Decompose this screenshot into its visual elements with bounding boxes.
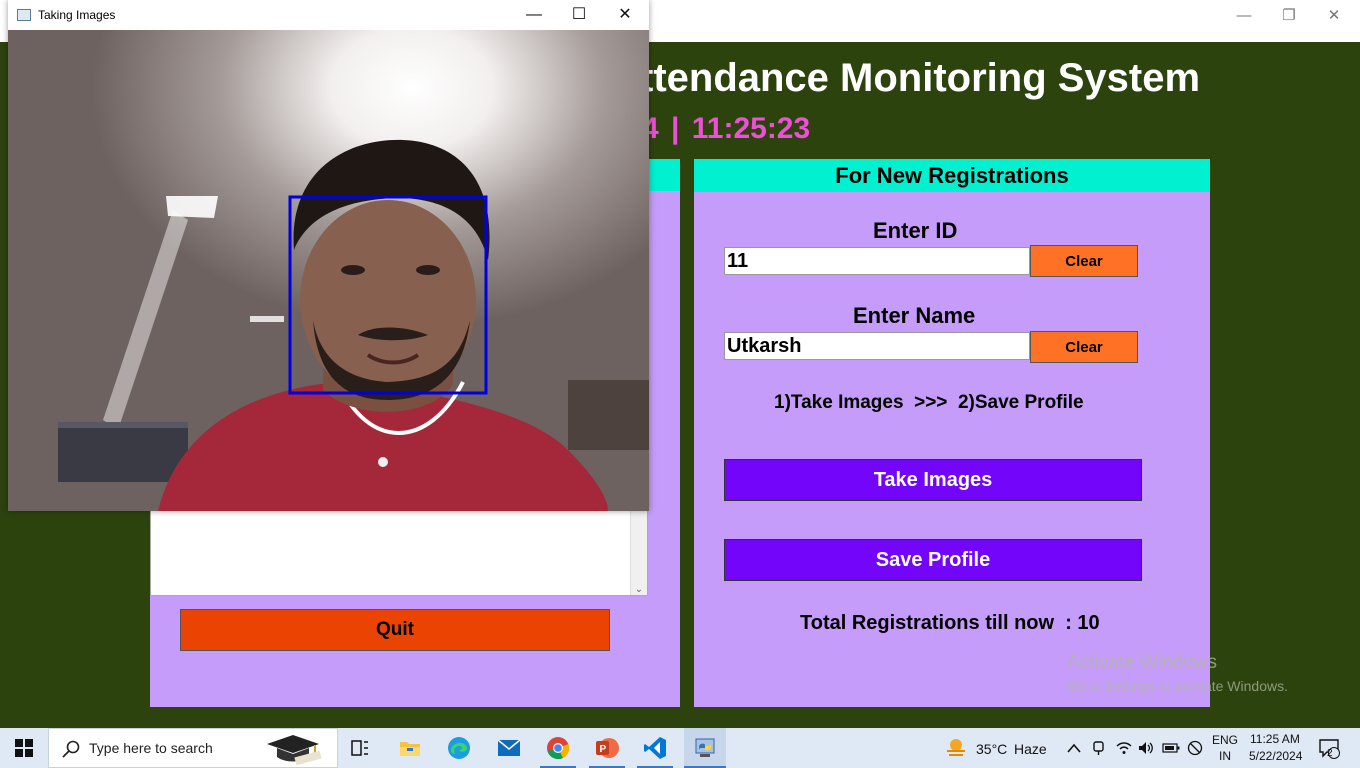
camera-minimize-button[interactable]: —	[514, 3, 554, 27]
attendance-list[interactable]: ⌄	[150, 505, 648, 596]
task-view-icon[interactable]	[344, 728, 376, 768]
app-title: ttendance Monitoring System	[640, 56, 1201, 100]
close-button[interactable]: ✕	[1319, 4, 1349, 28]
chevron-up-icon[interactable]	[1064, 728, 1084, 768]
camera-maximize-button[interactable]: ☐	[559, 3, 599, 27]
weather-icon[interactable]	[944, 728, 968, 768]
chrome-icon[interactable]	[540, 728, 576, 768]
vscode-icon[interactable]	[637, 728, 673, 768]
volume-icon[interactable]	[1136, 728, 1156, 768]
taskbar-time[interactable]: 11:25 AM	[1250, 732, 1300, 746]
date-time-display: 4 | 11:25:23	[642, 112, 811, 145]
minimize-button[interactable]: —	[1229, 4, 1259, 28]
total-registrations: Total Registrations till now : 10	[800, 612, 1100, 634]
battery-icon[interactable]	[1160, 728, 1182, 768]
camera-feed	[8, 30, 649, 511]
activate-windows-watermark: Activate Windows Go to Settings to activ…	[1067, 652, 1288, 694]
id-input[interactable]	[724, 247, 1030, 275]
camera-close-button[interactable]: ✕	[605, 3, 645, 27]
language-indicator[interactable]: ENG	[1212, 733, 1238, 747]
powerpoint-icon[interactable]: P	[589, 728, 625, 768]
camera-window[interactable]: Taking Images — ☐ ✕	[8, 0, 649, 511]
no-connection-icon[interactable]	[1184, 728, 1206, 768]
svg-text:P: P	[600, 744, 607, 755]
camera-frame-image	[8, 30, 649, 511]
camera-window-title: Taking Images	[38, 8, 116, 22]
clear-name-button[interactable]: Clear	[1030, 331, 1138, 363]
wifi-icon[interactable]	[1114, 728, 1134, 768]
region-indicator[interactable]: IN	[1219, 749, 1231, 763]
save-profile-button[interactable]: Save Profile	[724, 539, 1142, 581]
search-icon	[62, 740, 80, 758]
taskbar-search-box[interactable]: Type here to search	[48, 728, 338, 768]
notification-count: 2	[1327, 748, 1333, 759]
edge-icon[interactable]	[441, 728, 477, 768]
scroll-down-icon[interactable]: ⌄	[631, 584, 647, 595]
meet-icon[interactable]	[1090, 728, 1108, 768]
graduation-cap-icon	[267, 735, 322, 766]
taskbar-date[interactable]: 5/22/2024	[1249, 749, 1302, 763]
window-app-icon	[17, 9, 31, 21]
taskbar: Type here to search P 35°C Haze ENG IN 1…	[0, 728, 1360, 768]
quit-button[interactable]: Quit	[180, 609, 610, 651]
weather-description[interactable]: Haze	[1014, 741, 1047, 757]
registration-header: For New Registrations	[694, 159, 1210, 192]
file-explorer-icon[interactable]	[392, 728, 428, 768]
enter-id-label: Enter ID	[873, 218, 958, 243]
take-images-button[interactable]: Take Images	[724, 459, 1142, 501]
camera-titlebar[interactable]: Taking Images — ☐ ✕	[8, 0, 649, 30]
enter-name-label: Enter Name	[853, 303, 976, 328]
clear-id-button[interactable]: Clear	[1030, 245, 1138, 277]
mail-icon[interactable]	[491, 728, 527, 768]
instructions-text: 1)Take Images >>> 2)Save Profile	[774, 392, 1084, 413]
watermark-line-1: Activate Windows	[1067, 652, 1217, 673]
weather-temperature[interactable]: 35°C	[976, 741, 1007, 757]
python-icon[interactable]	[684, 728, 726, 768]
list-scrollbar[interactable]: ⌄	[630, 506, 647, 595]
watermark-line-2: Go to Settings to activate Windows.	[1067, 678, 1288, 694]
search-placeholder: Type here to search	[89, 740, 213, 756]
restore-button[interactable]: ❐	[1274, 4, 1304, 28]
name-input[interactable]	[724, 332, 1030, 360]
start-icon[interactable]	[0, 728, 48, 768]
